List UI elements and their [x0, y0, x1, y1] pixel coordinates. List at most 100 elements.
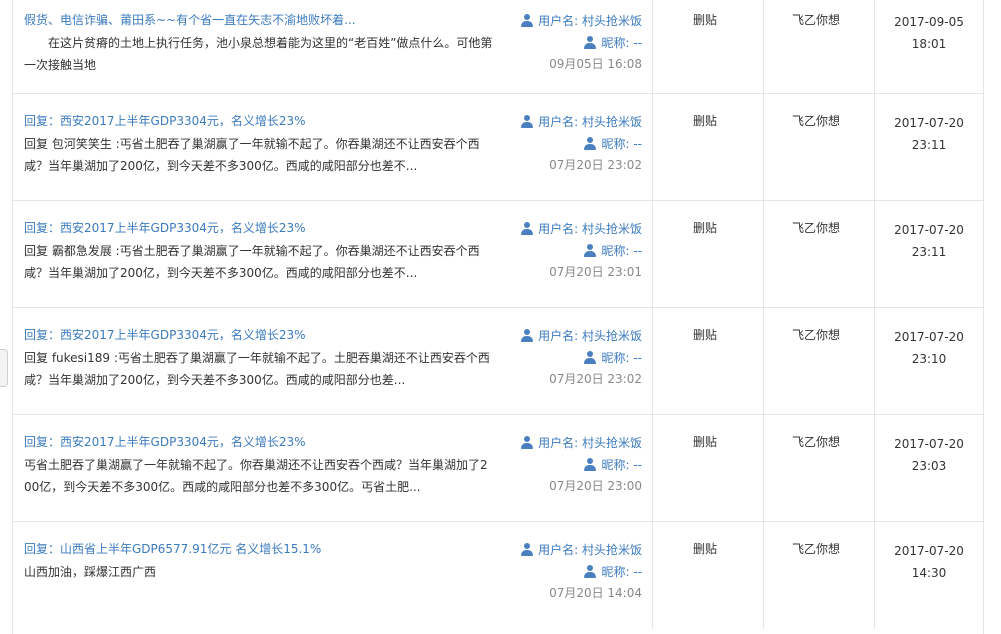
post-date: 2017-07-20 — [894, 223, 964, 237]
author-cell: 飞乙你想 — [764, 0, 875, 93]
post-datetime: 2017-07-20 23:11 — [875, 112, 983, 156]
nickname-line: 昵称: -- — [521, 33, 642, 55]
reply-time: 09月05日 16:08 — [549, 57, 642, 71]
post-time: 23:11 — [911, 245, 947, 259]
nickname-label: 昵称: -- — [601, 350, 642, 365]
delete-post-button[interactable]: 删贴 — [693, 11, 717, 28]
post-excerpt: 回复 fukesi189 :丐省土肥吞了巢湖赢了一年就输不起了。土肥吞巢湖还不让… — [24, 351, 490, 387]
post-time: 23:03 — [911, 459, 947, 473]
reply-time: 07月20日 23:02 — [549, 158, 642, 172]
user-icon — [584, 35, 597, 49]
author-name: 飞乙你想 — [792, 13, 841, 27]
post-date: 2017-07-20 — [894, 437, 964, 451]
username-label[interactable]: 用户名: 村头抢米饭 — [538, 543, 642, 557]
post-time: 14:30 — [911, 566, 947, 580]
time-cell: 2017-07-20 14:30 — [875, 522, 983, 629]
author-name: 飞乙你想 — [792, 221, 841, 235]
delete-post-button[interactable]: 删贴 — [693, 112, 717, 129]
post-datetime: 2017-07-20 14:30 — [875, 540, 983, 584]
username-line[interactable]: 用户名: 村头抢米饭 — [521, 219, 642, 241]
post-time: 23:11 — [911, 138, 947, 152]
user-icon — [584, 350, 597, 364]
nickname-line: 昵称: -- — [521, 241, 642, 263]
nickname-label: 昵称: -- — [601, 457, 642, 472]
nickname-line: 昵称: -- — [521, 134, 642, 156]
time-cell: 2017-07-20 23:11 — [875, 94, 983, 200]
user-icon — [584, 136, 597, 150]
post-title-link[interactable]: 回复：西安2017上半年GDP3304元，名义增长23% — [24, 112, 306, 129]
post-datetime: 2017-07-20 23:03 — [875, 433, 983, 477]
post-datetime: 2017-09-05 18:01 — [875, 11, 983, 55]
time-cell: 2017-07-20 23:03 — [875, 415, 983, 521]
post-time: 18:01 — [911, 37, 947, 51]
post-title-link[interactable]: 回复：西安2017上半年GDP3304元，名义增长23% — [24, 326, 306, 343]
table-row: 回复：西安2017上半年GDP3304元，名义增长23% 回复 包河笑笑生 :丐… — [13, 94, 983, 201]
author-name: 飞乙你想 — [792, 435, 841, 449]
user-info: 用户名: 村头抢米饭 昵称: -- 07月20日 23:02 — [521, 326, 642, 391]
delete-post-button[interactable]: 删贴 — [693, 540, 717, 557]
post-excerpt: 山西加油，踩爆江西广西 — [24, 565, 157, 579]
user-icon — [521, 436, 534, 449]
user-info: 用户名: 村头抢米饭 昵称: -- 07月20日 23:01 — [521, 219, 642, 284]
post-cell: 假货、电信诈骗、莆田系~~有个省一直在矢志不渝地败坏着... 在这片贫瘠的土地上… — [13, 0, 653, 93]
post-date: 2017-07-20 — [894, 330, 964, 344]
username-label[interactable]: 用户名: 村头抢米饭 — [538, 115, 642, 129]
table-row: 假货、电信诈骗、莆田系~~有个省一直在矢志不渝地败坏着... 在这片贫瘠的土地上… — [13, 0, 983, 94]
username-line[interactable]: 用户名: 村头抢米饭 — [521, 433, 642, 455]
user-icon — [584, 243, 597, 257]
username-label[interactable]: 用户名: 村头抢米饭 — [538, 436, 642, 450]
time-cell: 2017-07-20 23:11 — [875, 201, 983, 307]
side-scroll-tab[interactable] — [0, 349, 8, 387]
post-title-link[interactable]: 回复：西安2017上半年GDP3304元，名义增长23% — [24, 219, 306, 236]
post-cell: 回复：西安2017上半年GDP3304元，名义增长23% 丐省土肥吞了巢湖赢了一… — [13, 415, 653, 521]
post-excerpt: 丐省土肥吞了巢湖赢了一年就输不起了。你吞巢湖还不让西安吞个西咸？当年巢湖加了20… — [24, 458, 488, 494]
user-info: 用户名: 村头抢米饭 昵称: -- 07月20日 14:04 — [521, 540, 642, 605]
post-cell: 回复：西安2017上半年GDP3304元，名义增长23% 回复 fukesi18… — [13, 308, 653, 414]
user-icon — [521, 329, 534, 342]
post-cell: 回复：山西省上半年GDP6577.91亿元 名义增长15.1% 山西加油，踩爆江… — [13, 522, 653, 629]
author-name: 飞乙你想 — [792, 328, 841, 342]
delete-post-button[interactable]: 删贴 — [693, 219, 717, 236]
reply-time: 07月20日 23:01 — [549, 265, 642, 279]
nickname-label: 昵称: -- — [601, 564, 642, 579]
delete-post-button[interactable]: 删贴 — [693, 326, 717, 343]
action-cell: 删贴 — [653, 522, 764, 629]
user-info: 用户名: 村头抢米饭 昵称: -- 07月20日 23:02 — [521, 112, 642, 177]
post-title-link[interactable]: 回复：山西省上半年GDP6577.91亿元 名义增长15.1% — [24, 540, 321, 557]
author-name: 飞乙你想 — [792, 114, 841, 128]
post-table: 假货、电信诈骗、莆田系~~有个省一直在矢志不渝地败坏着... 在这片贫瘠的土地上… — [12, 0, 984, 634]
post-excerpt: 在这片贫瘠的土地上执行任务，池小泉总想着能为这里的“老百姓”做点什么。可他第一次… — [24, 36, 493, 72]
user-info: 用户名: 村头抢米饭 昵称: -- 09月05日 16:08 — [521, 11, 642, 76]
post-title-link[interactable]: 假货、电信诈骗、莆田系~~有个省一直在矢志不渝地败坏着... — [24, 11, 356, 28]
nickname-label: 昵称: -- — [601, 35, 642, 50]
username-line[interactable]: 用户名: 村头抢米饭 — [521, 11, 642, 33]
user-info: 用户名: 村头抢米饭 昵称: -- 07月20日 23:00 — [521, 433, 642, 498]
reply-time: 07月20日 23:00 — [549, 479, 642, 493]
nickname-line: 昵称: -- — [521, 348, 642, 370]
username-label[interactable]: 用户名: 村头抢米饭 — [538, 14, 642, 28]
time-cell: 2017-07-20 23:10 — [875, 308, 983, 414]
time-cell: 2017-09-05 18:01 — [875, 0, 983, 93]
username-label[interactable]: 用户名: 村头抢米饭 — [538, 329, 642, 343]
user-icon — [521, 543, 534, 556]
post-title-link[interactable]: 回复：西安2017上半年GDP3304元，名义增长23% — [24, 433, 306, 450]
nickname-label: 昵称: -- — [601, 136, 642, 151]
action-cell: 删贴 — [653, 201, 764, 307]
post-date: 2017-09-05 — [894, 15, 964, 29]
username-line[interactable]: 用户名: 村头抢米饭 — [521, 540, 642, 562]
username-label[interactable]: 用户名: 村头抢米饭 — [538, 222, 642, 236]
author-cell: 飞乙你想 — [764, 201, 875, 307]
post-datetime: 2017-07-20 23:11 — [875, 219, 983, 263]
table-row: 回复：山西省上半年GDP6577.91亿元 名义增长15.1% 山西加油，踩爆江… — [13, 522, 983, 629]
nickname-line: 昵称: -- — [521, 562, 642, 584]
nickname-label: 昵称: -- — [601, 243, 642, 258]
reply-time: 07月20日 23:02 — [549, 372, 642, 386]
reply-time: 07月20日 14:04 — [549, 586, 642, 600]
post-datetime: 2017-07-20 23:10 — [875, 326, 983, 370]
nickname-line: 昵称: -- — [521, 455, 642, 477]
username-line[interactable]: 用户名: 村头抢米饭 — [521, 112, 642, 134]
username-line[interactable]: 用户名: 村头抢米饭 — [521, 326, 642, 348]
post-excerpt: 回复 包河笑笑生 :丐省土肥吞了巢湖赢了一年就输不起了。你吞巢湖还不让西安吞个西… — [24, 137, 480, 173]
user-icon — [584, 457, 597, 471]
delete-post-button[interactable]: 删贴 — [693, 433, 717, 450]
